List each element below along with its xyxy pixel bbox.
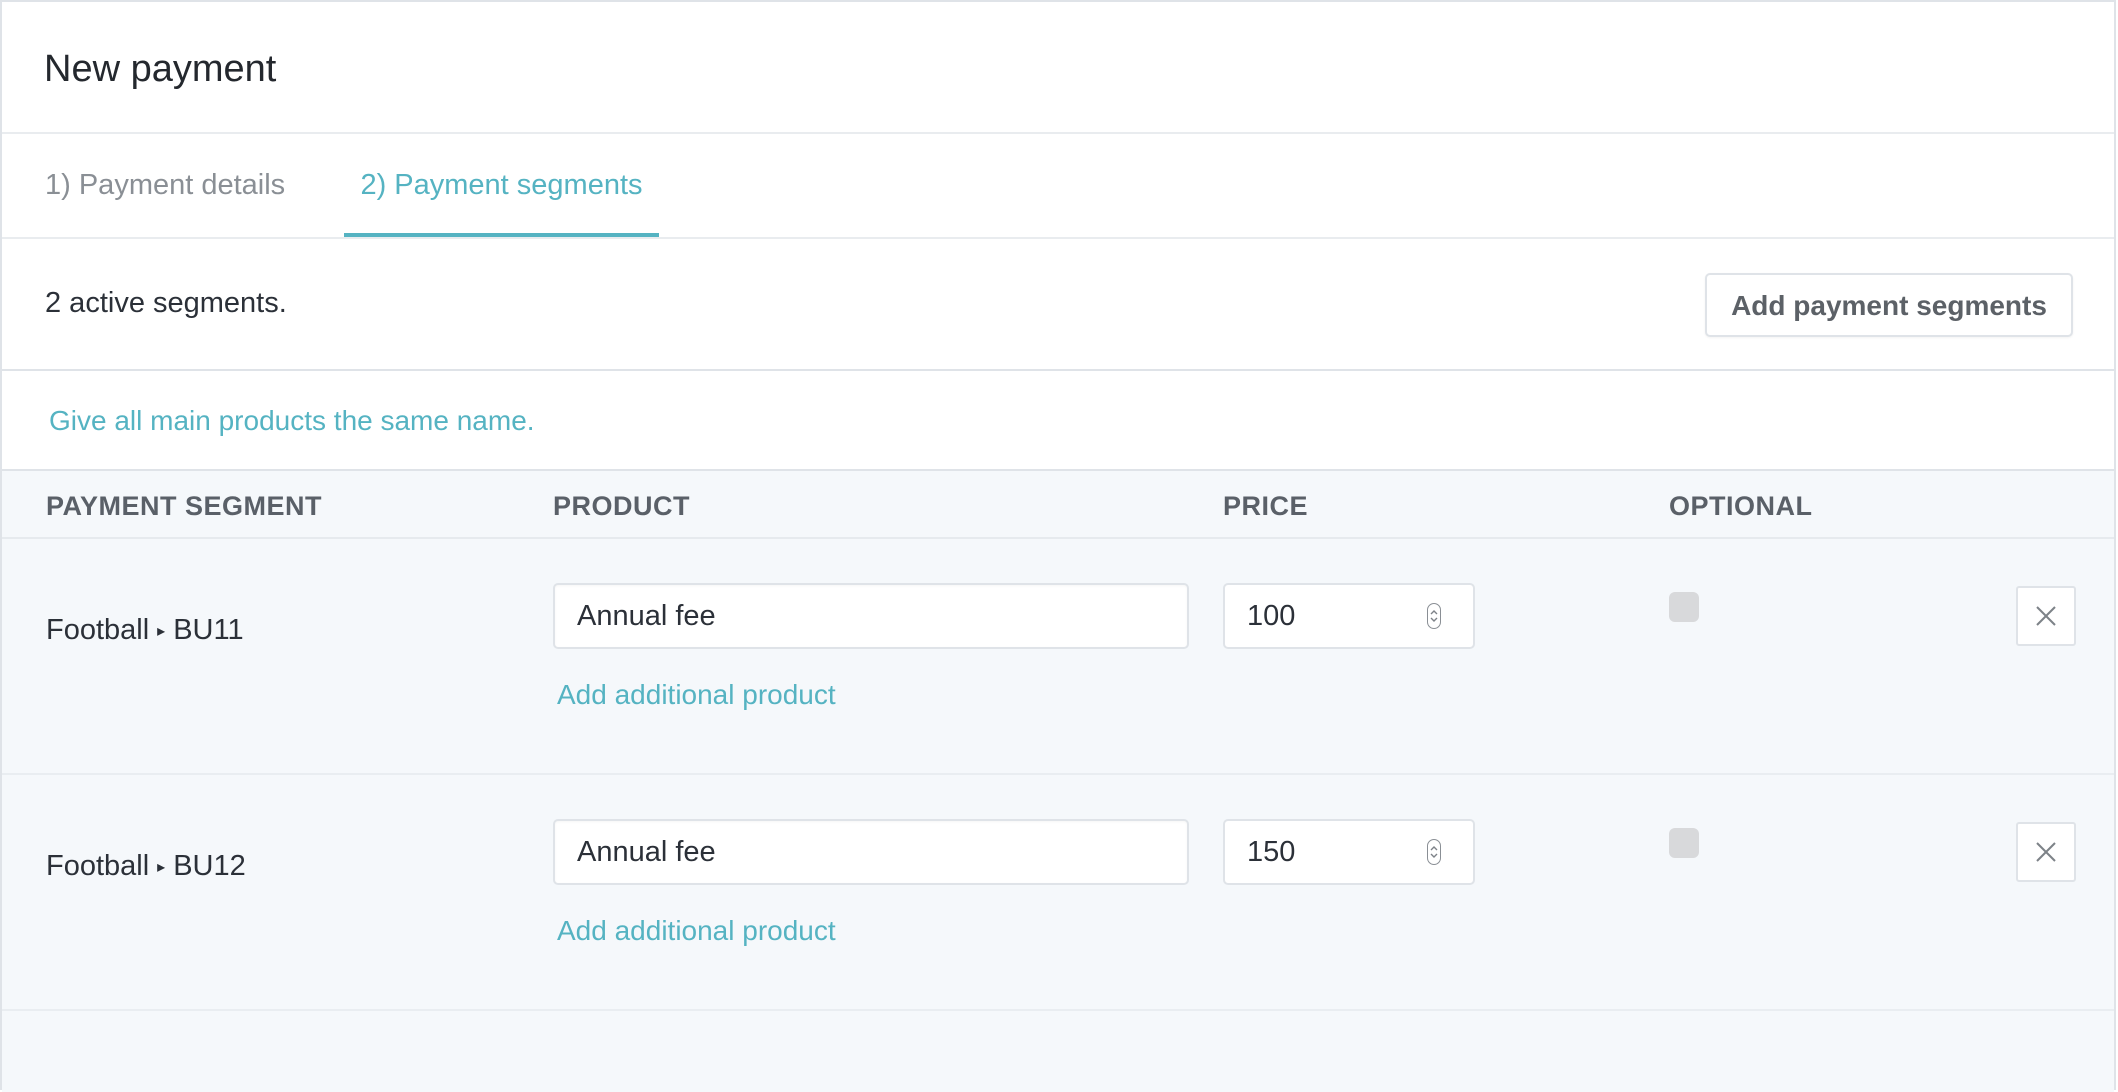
table-header: PAYMENT SEGMENT PRODUCT PRICE OPTIONAL <box>2 471 2114 539</box>
page-title: New payment <box>44 48 277 90</box>
new-payment-panel: New payment 1) Payment details 2) Paymen… <box>0 0 2116 1092</box>
product-name-input[interactable] <box>553 583 1189 649</box>
segment-separator-icon: ▸ <box>157 623 166 640</box>
segment-name: Football ▸ BU12 <box>46 848 246 889</box>
column-header-optional: OPTIONAL <box>1669 491 1813 521</box>
segment-team: BU12 <box>173 850 246 882</box>
table-row: Football ▸ BU11 Add additional product <box>2 539 2114 775</box>
optional-checkbox[interactable] <box>1669 592 1699 622</box>
step-tabs: 1) Payment details 2) Payment segments <box>2 134 2114 239</box>
segments-summary: 2 active segments. Add payment segments <box>2 239 2114 371</box>
number-spinner-icon[interactable] <box>1427 839 1441 865</box>
tab-payment-details[interactable]: 1) Payment details <box>45 134 285 237</box>
tab-payment-segments[interactable]: 2) Payment segments <box>344 134 659 237</box>
segment-team: BU11 <box>173 614 244 646</box>
price-field[interactable] <box>1223 583 1475 649</box>
segments-table: PAYMENT SEGMENT PRODUCT PRICE OPTIONAL F… <box>2 471 2114 1092</box>
product-name-input[interactable] <box>553 819 1189 885</box>
remove-segment-button[interactable] <box>2016 822 2076 882</box>
same-name-link[interactable]: Give all main products the same name. <box>49 403 535 439</box>
column-header-product: PRODUCT <box>553 491 690 521</box>
segment-group: Football <box>46 850 150 882</box>
panel-header: New payment <box>2 2 2114 134</box>
same-name-row: Give all main products the same name. <box>2 371 2114 471</box>
segment-name: Football ▸ BU11 <box>46 612 244 653</box>
column-header-price: PRICE <box>1223 491 1309 521</box>
close-icon <box>2036 842 2056 862</box>
price-field[interactable] <box>1223 819 1475 885</box>
add-additional-product-link[interactable]: Add additional product <box>557 677 836 713</box>
add-additional-product-link[interactable]: Add additional product <box>557 913 836 949</box>
active-segments-count: 2 active segments. <box>45 287 287 319</box>
segment-separator-icon: ▸ <box>157 859 166 876</box>
add-payment-segments-button[interactable]: Add payment segments <box>1705 273 2073 337</box>
optional-checkbox[interactable] <box>1669 828 1699 858</box>
column-header-payment-segment: PAYMENT SEGMENT <box>46 491 323 521</box>
remove-segment-button[interactable] <box>2016 586 2076 646</box>
price-input[interactable] <box>1225 585 1425 647</box>
segment-group: Football <box>46 614 150 646</box>
table-row: Football ▸ BU12 Add additional product <box>2 775 2114 1011</box>
close-icon <box>2036 606 2056 626</box>
number-spinner-icon[interactable] <box>1427 603 1441 629</box>
price-input[interactable] <box>1225 821 1425 883</box>
